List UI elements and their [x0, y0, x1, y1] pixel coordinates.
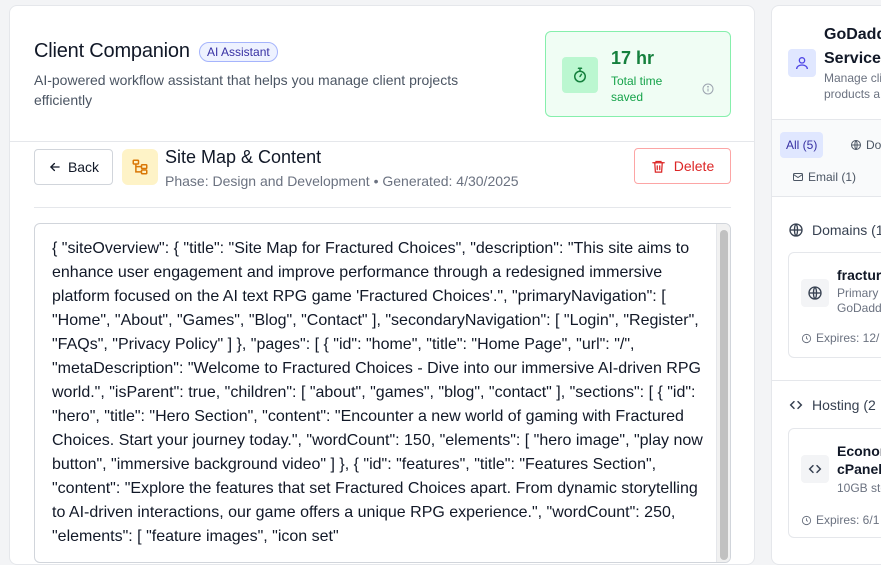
services-title-line2: Services	[824, 50, 881, 67]
filter-email-label: Email (1)	[808, 170, 857, 184]
hosting-expiry: Expires: 6/1	[801, 513, 879, 527]
content-scrollbar[interactable]	[716, 224, 730, 562]
panel-header: Client Companion AI Assistant AI-powered…	[10, 6, 754, 142]
filter-tab-all[interactable]: All (5)	[780, 132, 824, 158]
domain-expiry-text: Expires: 12/	[816, 331, 880, 345]
services-title-line1: GoDaddy	[824, 26, 881, 43]
service-filter-tabs: All (5) Do Email (1)	[772, 119, 881, 197]
hosting-expiry-text: Expires: 6/1	[816, 513, 880, 527]
delete-label: Delete	[673, 158, 715, 174]
hosting-title-label: Hosting (2	[812, 397, 876, 413]
hosting-storage: 10GB sto	[837, 481, 881, 495]
domain-name: fractur	[837, 267, 881, 283]
page-title: Client Companion	[34, 40, 190, 62]
client-companion-panel: Client Companion AI Assistant AI-powered…	[9, 5, 755, 565]
godaddy-services-panel: GoDaddy Services Manage clie products a …	[771, 5, 881, 565]
content-viewer[interactable]: { "siteOverview": { "title": "Site Map f…	[34, 223, 731, 563]
section-divider	[772, 380, 881, 381]
time-saved-value: 17 hr	[611, 48, 655, 68]
services-description: Manage clie products a	[824, 70, 881, 102]
globe-icon	[801, 279, 829, 307]
section-meta: Phase: Design and Development • Generate…	[165, 173, 519, 189]
domain-item[interactable]: fractur Primary GoDaddy Expires: 12/	[788, 252, 881, 358]
clock-icon	[801, 333, 812, 343]
code-icon	[801, 455, 829, 483]
services-title: GoDaddy Services	[824, 23, 881, 71]
back-label: Back	[67, 159, 100, 175]
stopwatch-icon	[562, 57, 598, 93]
page-subtitle: AI-powered workflow assistant that helps…	[34, 72, 459, 108]
trash-icon	[652, 160, 665, 173]
section-title: Site Map & Content	[165, 147, 322, 167]
domain-expiry: Expires: 12/	[801, 331, 879, 345]
code-icon	[789, 400, 803, 410]
filter-tab-domains[interactable]: Do	[844, 132, 881, 158]
globe-icon	[789, 223, 803, 237]
info-icon[interactable]	[702, 82, 714, 100]
time-saved-card: 17 hr Total time saved	[545, 31, 731, 117]
domain-type: Primary	[837, 286, 879, 300]
hosting-name-line2: cPanel	[837, 461, 881, 477]
domains-title-label: Domains (1	[812, 222, 881, 238]
filter-all-label: All (5)	[786, 138, 818, 152]
hosting-item[interactable]: Econor cPanel 10GB sto Expires: 6/1	[788, 428, 881, 538]
clock-icon	[801, 515, 812, 525]
section-toolbar: Back Site Map & Content Phase: Design an…	[34, 146, 731, 208]
delete-button[interactable]: Delete	[634, 148, 731, 184]
scrollbar-thumb[interactable]	[720, 230, 728, 560]
domain-provider: GoDaddy	[837, 301, 881, 315]
globe-icon	[851, 140, 861, 150]
sitemap-icon	[122, 149, 158, 185]
hosting-section-title: Hosting (2	[788, 397, 876, 413]
hosting-name-line1: Econor	[837, 443, 881, 459]
domains-section-title: Domains (1	[788, 222, 881, 238]
services-desc-line1: Manage clie	[824, 71, 881, 85]
user-icon	[788, 49, 816, 77]
sitemap-json-content: { "siteOverview": { "title": "Site Map f…	[52, 240, 703, 545]
back-button[interactable]: Back	[34, 149, 113, 185]
ai-assistant-badge: AI Assistant	[199, 42, 278, 62]
filter-tab-email[interactable]: Email (1)	[786, 164, 862, 190]
arrow-left-icon	[49, 162, 60, 172]
services-desc-line2: products a	[824, 87, 881, 101]
filter-domains-label: Do	[866, 138, 881, 152]
time-saved-label: Total time saved	[611, 74, 663, 104]
mail-icon	[793, 173, 803, 181]
